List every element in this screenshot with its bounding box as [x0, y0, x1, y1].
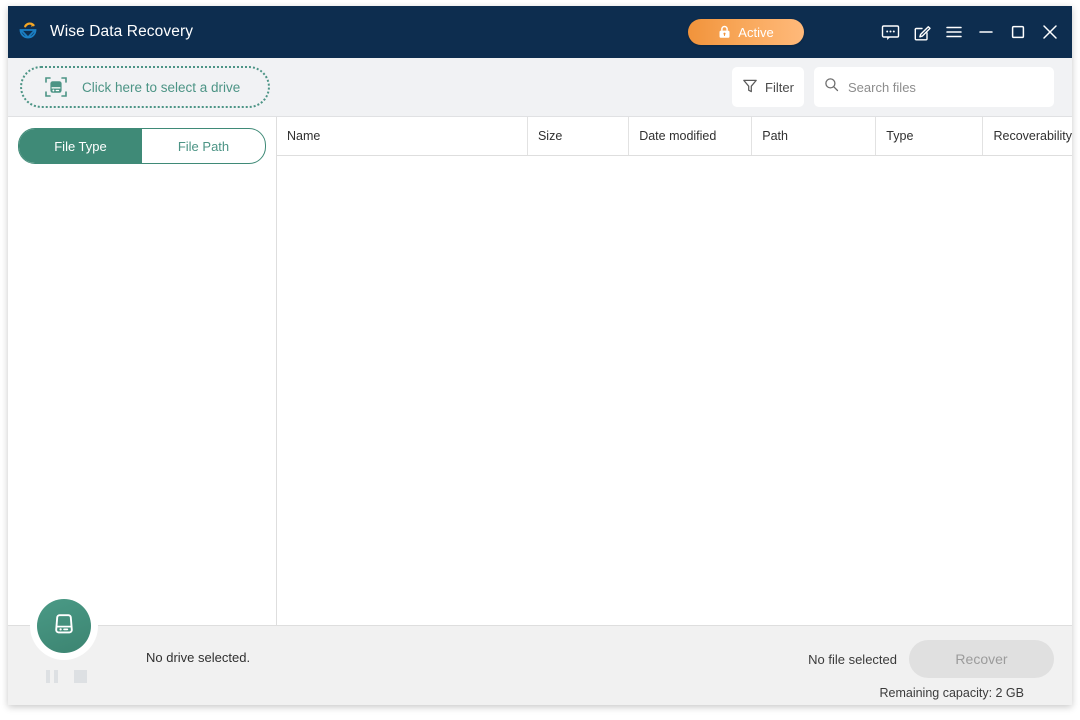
- file-table-body: [277, 156, 1072, 625]
- wise-recovery-logo-icon: [16, 20, 40, 44]
- filter-label: Filter: [765, 79, 794, 95]
- file-selection-status: No file selected: [808, 651, 897, 667]
- main-menu-button[interactable]: [938, 16, 970, 48]
- search-icon: [824, 77, 839, 97]
- license-status-label: Active: [738, 24, 774, 40]
- stop-icon[interactable]: [74, 670, 87, 683]
- remaining-capacity-text: Remaining capacity: 2 GB: [879, 686, 1024, 700]
- lock-icon: [718, 25, 731, 39]
- app-title: Wise Data Recovery: [50, 23, 194, 40]
- file-table-header: Name Size Date modified Path Type Recove…: [277, 117, 1072, 156]
- toolbar: Click here to select a drive Filter: [8, 58, 1072, 117]
- column-header-recoverability[interactable]: Recoverability: [983, 117, 1072, 155]
- maximize-icon: [1008, 22, 1028, 42]
- tab-file-path[interactable]: File Path: [142, 129, 265, 163]
- scan-controls: [46, 670, 87, 683]
- title-bar: Wise Data Recovery Active: [8, 6, 1072, 58]
- window-controls: [874, 16, 1066, 48]
- recover-button[interactable]: Recover: [909, 640, 1054, 678]
- toolbar-right-group: Filter: [732, 67, 1054, 107]
- close-button[interactable]: [1034, 16, 1066, 48]
- hamburger-menu-icon: [944, 22, 964, 42]
- minimize-button[interactable]: [970, 16, 1002, 48]
- column-header-size[interactable]: Size: [528, 117, 630, 155]
- hard-drive-icon: [49, 609, 79, 644]
- maximize-button[interactable]: [1002, 16, 1034, 48]
- scan-drive-button-inner: [37, 599, 91, 653]
- close-icon: [1039, 21, 1061, 43]
- column-header-path[interactable]: Path: [752, 117, 877, 155]
- scan-drive-button[interactable]: [30, 592, 98, 660]
- recover-row: No file selected Recover: [808, 640, 1054, 678]
- minimize-icon: [976, 22, 996, 42]
- license-status-badge[interactable]: Active: [688, 19, 804, 45]
- tab-file-type-label: File Type: [54, 138, 107, 154]
- tab-file-type[interactable]: File Type: [19, 129, 142, 163]
- file-table: Name Size Date modified Path Type Recove…: [277, 117, 1072, 625]
- funnel-icon: [742, 78, 758, 97]
- drive-status-text: No drive selected.: [146, 650, 251, 665]
- column-header-type[interactable]: Type: [876, 117, 984, 155]
- view-mode-tabs: File Type File Path: [18, 128, 266, 164]
- pencil-square-icon: [913, 23, 932, 42]
- footer: No drive selected. No file selected Reco…: [8, 592, 1072, 705]
- edit-button[interactable]: [906, 16, 938, 48]
- search-input[interactable]: [846, 78, 1040, 96]
- recover-button-label: Recover: [955, 651, 1008, 667]
- search-box[interactable]: [814, 67, 1054, 107]
- main-content: File Type File Path Name Size Date modif…: [8, 117, 1072, 625]
- sidebar: File Type File Path: [8, 117, 277, 625]
- feedback-button[interactable]: [874, 16, 906, 48]
- app-window: Wise Data Recovery Active Click here to …: [8, 6, 1072, 705]
- speech-bubble-icon: [881, 23, 900, 42]
- pause-icon[interactable]: [46, 670, 58, 683]
- column-header-name[interactable]: Name: [277, 117, 528, 155]
- tab-file-path-label: File Path: [177, 138, 230, 154]
- filter-button[interactable]: Filter: [732, 67, 804, 107]
- select-drive-label: Click here to select a drive: [82, 79, 241, 95]
- select-drive-button[interactable]: Click here to select a drive: [20, 66, 270, 108]
- column-header-date-modified[interactable]: Date modified: [629, 117, 753, 155]
- footer-actions: No file selected Recover Remaining capac…: [808, 640, 1054, 700]
- drive-scan-icon: [44, 75, 68, 99]
